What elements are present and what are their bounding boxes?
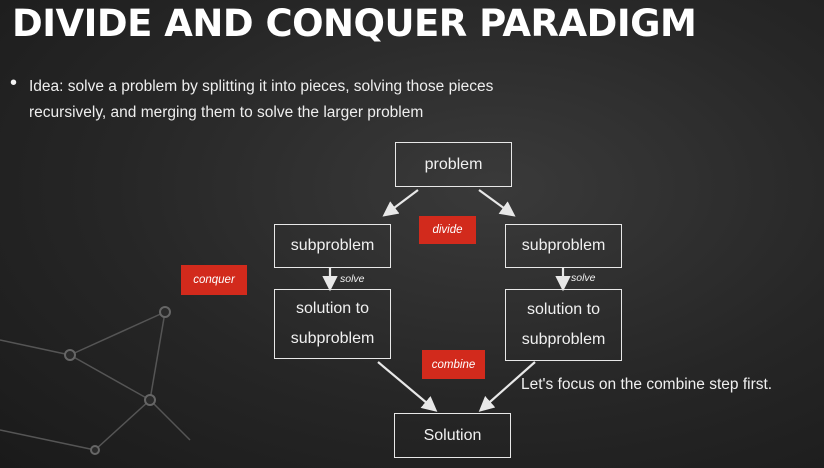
solution-box-left: solution to subproblem — [274, 289, 391, 359]
subproblem-box-left: subproblem — [274, 224, 391, 268]
diagram-arrows — [322, 189, 571, 412]
subproblem-box-right: subproblem — [505, 224, 622, 268]
solution-right-label: solution to subproblem — [521, 301, 606, 348]
divide-tag: divide — [419, 216, 476, 244]
solve-label-left: solve — [340, 273, 365, 285]
problem-box: problem — [395, 142, 512, 187]
solution-left-label: solution to subproblem — [290, 300, 375, 347]
solution-label: Solution — [423, 426, 482, 444]
subproblem-right-label: subproblem — [521, 237, 606, 254]
solution-box-right: solution to subproblem — [505, 289, 622, 361]
conquer-tag: conquer — [181, 265, 247, 295]
problem-label: problem — [424, 155, 483, 173]
solution-box: Solution — [394, 413, 511, 458]
arrow-problem-to-left — [382, 189, 419, 217]
combine-note: Let's focus on the combine step first. — [521, 376, 773, 393]
solve-label-right: solve — [571, 272, 596, 284]
combine-tag: combine — [422, 350, 485, 379]
arrow-problem-to-right — [478, 189, 516, 217]
subproblem-left-label: subproblem — [290, 237, 375, 254]
